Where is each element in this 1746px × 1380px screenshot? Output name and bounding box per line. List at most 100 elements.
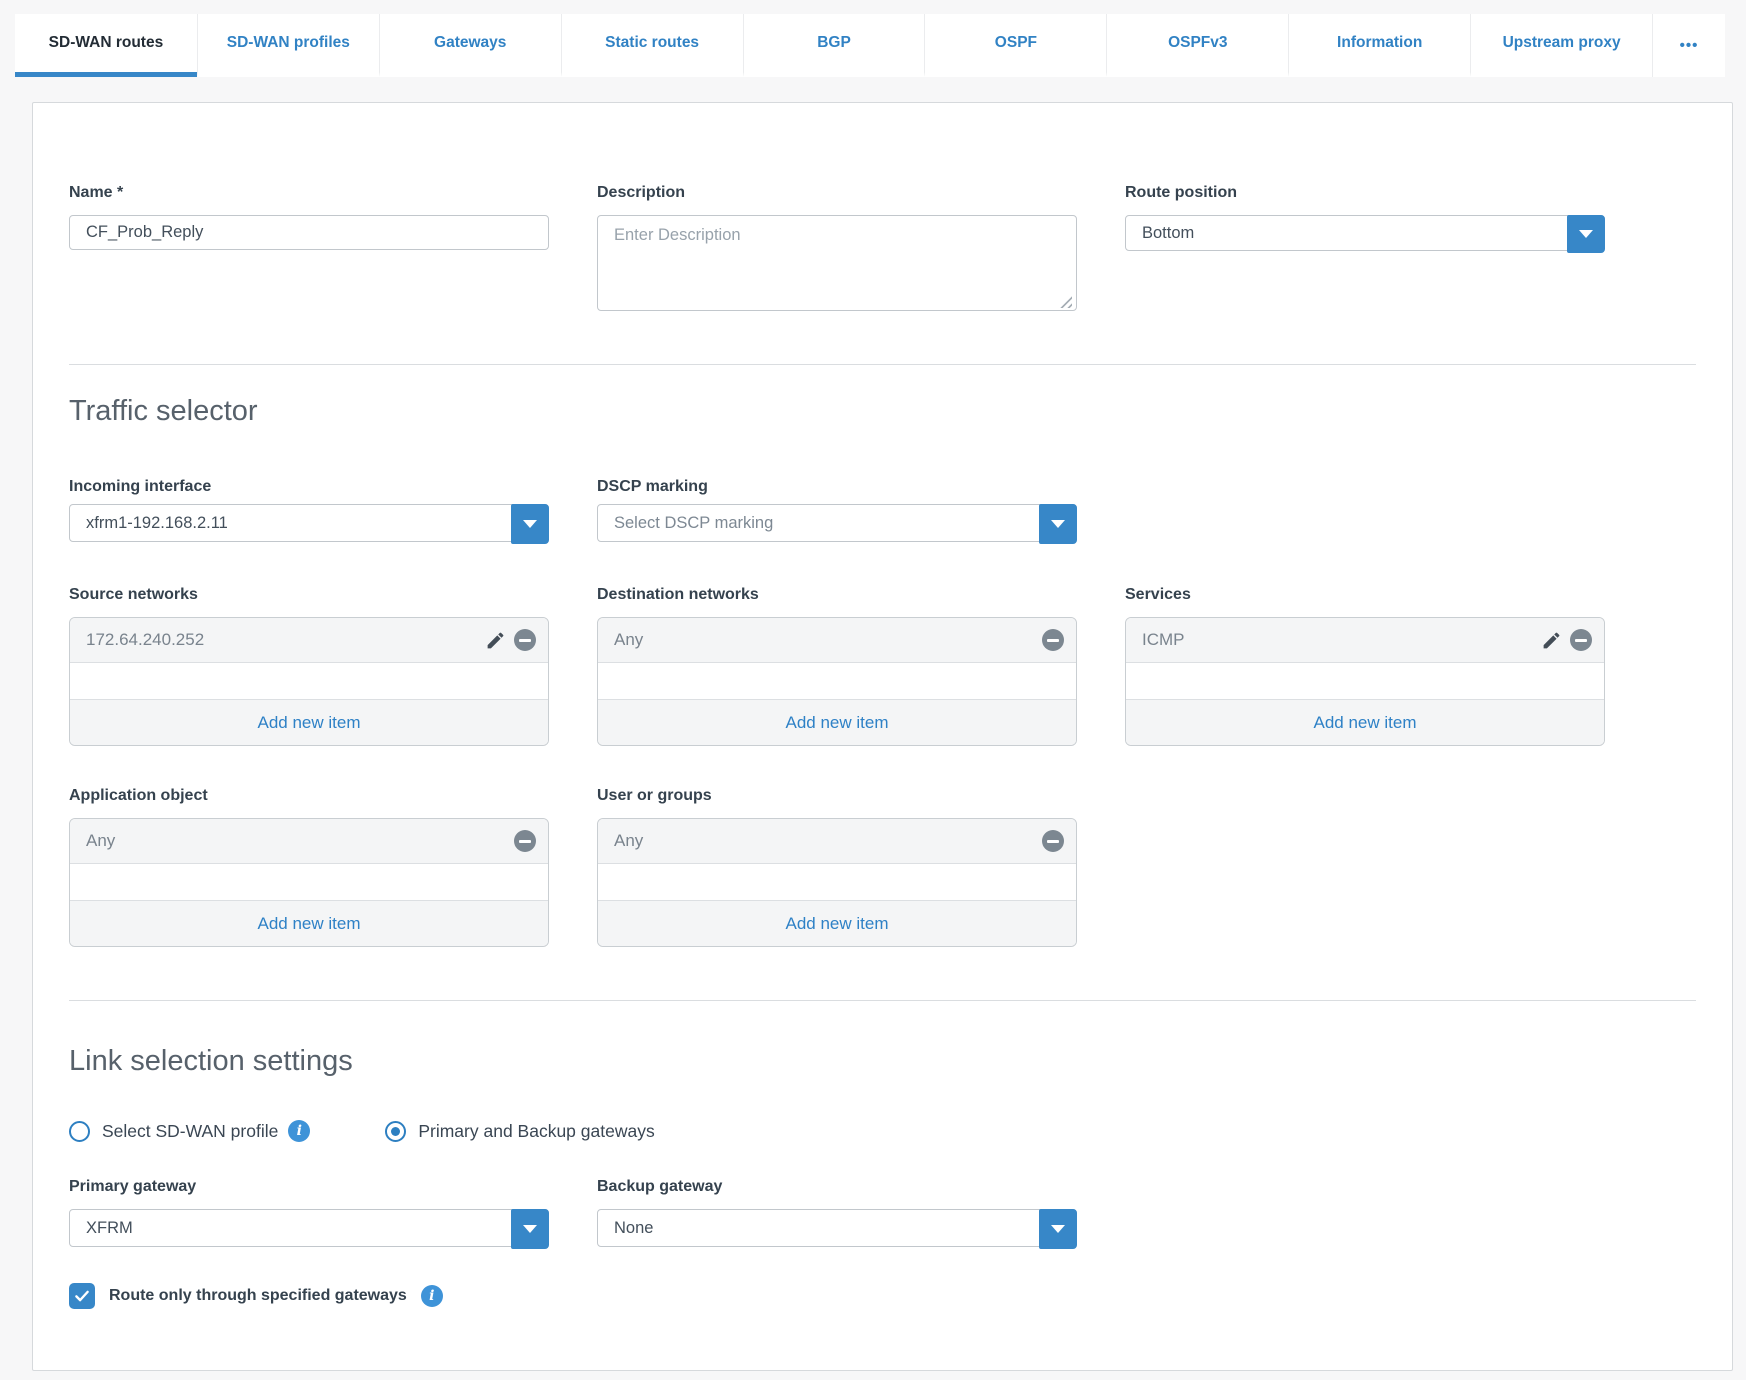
add-new-item-link[interactable]: Add new item: [258, 914, 361, 934]
remove-item-icon[interactable]: [1042, 830, 1064, 852]
info-icon[interactable]: i: [288, 1120, 311, 1142]
dscp-marking-select[interactable]: Select DSCP marking: [597, 504, 1077, 544]
link-selection-heading: Link selection settings: [69, 1045, 353, 1077]
tab-bar: SD-WAN routes SD-WAN profiles Gateways S…: [15, 14, 1725, 77]
primary-gateway-field-group: Primary gateway XFRM: [69, 1177, 549, 1249]
listbox-footer: Add new item: [598, 699, 1076, 745]
user-or-groups-listbox: Any Add new item: [597, 818, 1077, 947]
radio-label: Select SD-WAN profile: [102, 1120, 279, 1141]
services-listbox: ICMP Add new item: [1125, 617, 1605, 746]
tab-sdwan-profiles[interactable]: SD-WAN profiles: [196, 14, 379, 77]
tab-ospf[interactable]: OSPF: [924, 14, 1106, 77]
backup-gateway-select[interactable]: None: [597, 1209, 1077, 1249]
dscp-marking-value: Select DSCP marking: [614, 513, 774, 532]
chevron-down-icon: [1051, 520, 1065, 528]
radio-button-selected-icon[interactable]: [385, 1120, 407, 1142]
incoming-interface-field-group: Incoming interface xfrm1-192.168.2.11: [69, 477, 549, 544]
traffic-selector-heading: Traffic selector: [69, 395, 258, 427]
route-position-dropdown-button[interactable]: [1567, 215, 1605, 253]
backup-gateway-field-group: Backup gateway None: [597, 1177, 1077, 1249]
gateways-row: Primary gateway XFRM Backup gateway None: [69, 1177, 1696, 1249]
source-networks-listbox: 172.64.240.252 Add new item: [69, 617, 549, 746]
chevron-down-icon: [523, 520, 537, 528]
listbox-footer: Add new item: [598, 900, 1076, 946]
info-icon[interactable]: i: [420, 1285, 443, 1307]
add-new-item-link[interactable]: Add new item: [786, 713, 889, 733]
radio-primary-backup-gateways[interactable]: Primary and Backup gateways: [385, 1120, 655, 1142]
dscp-marking-label: DSCP marking: [597, 478, 708, 495]
services-group: Services ICMP Add new item: [1125, 585, 1605, 746]
backup-gateway-label: Backup gateway: [597, 1178, 723, 1195]
add-new-item-link[interactable]: Add new item: [786, 914, 889, 934]
destination-networks-label: Destination networks: [597, 586, 759, 603]
radio-select-sdwan-profile[interactable]: Select SD-WAN profile i: [69, 1120, 311, 1142]
tab-static-routes[interactable]: Static routes: [560, 14, 743, 77]
link-selection-radio-row: Select SD-WAN profile i Primary and Back…: [69, 1120, 1696, 1142]
route-position-select[interactable]: Bottom: [1125, 215, 1605, 253]
remove-item-icon[interactable]: [514, 830, 536, 852]
backup-gateway-value: None: [614, 1218, 654, 1237]
route-only-row: Route only through specified gateways i: [69, 1283, 1696, 1309]
chevron-down-icon: [523, 1225, 537, 1233]
remove-item-icon[interactable]: [1570, 629, 1592, 651]
listbox-empty-area: [70, 663, 548, 699]
list-item: Any: [598, 618, 1076, 663]
section-divider: [69, 1000, 1696, 1001]
user-or-groups-label: User or groups: [597, 787, 712, 804]
tab-information[interactable]: Information: [1288, 14, 1470, 77]
backup-gateway-dropdown-button[interactable]: [1039, 1209, 1077, 1249]
primary-gateway-label: Primary gateway: [69, 1178, 197, 1195]
incoming-interface-select[interactable]: xfrm1-192.168.2.11: [69, 504, 549, 544]
add-new-item-link[interactable]: Add new item: [1314, 713, 1417, 733]
listbox-empty-area: [70, 864, 548, 900]
edit-pencil-icon[interactable]: [485, 630, 506, 651]
add-new-item-link[interactable]: Add new item: [258, 713, 361, 733]
incoming-interface-dropdown-button[interactable]: [511, 504, 549, 544]
list-item: ICMP: [1126, 618, 1604, 663]
networks-services-row: Source networks 172.64.240.252 Add new i…: [69, 585, 1696, 746]
listbox-empty-area: [598, 864, 1076, 900]
edit-pencil-icon[interactable]: [1541, 630, 1562, 651]
tab-gateways[interactable]: Gateways: [378, 14, 561, 77]
route-only-checkbox[interactable]: [69, 1283, 95, 1309]
more-tabs-icon[interactable]: •••: [1652, 14, 1725, 77]
name-label: Name *: [69, 184, 124, 201]
remove-item-icon[interactable]: [1042, 629, 1064, 651]
primary-gateway-select[interactable]: XFRM: [69, 1209, 549, 1249]
list-item: 172.64.240.252: [70, 618, 548, 663]
route-position-field-group: Route position Bottom: [1125, 183, 1605, 316]
source-networks-group: Source networks 172.64.240.252 Add new i…: [69, 585, 549, 746]
list-item-text: ICMP: [1142, 630, 1185, 649]
application-object-group: Application object Any Add new item: [69, 786, 549, 947]
listbox-footer: Add new item: [70, 699, 548, 745]
sdwan-route-form-panel: Name * Description Route position Bottom…: [32, 102, 1733, 1371]
listbox-empty-area: [1126, 663, 1604, 699]
tab-bgp[interactable]: BGP: [742, 14, 925, 77]
listbox-empty-area: [598, 663, 1076, 699]
tab-sdwan-routes[interactable]: SD-WAN routes: [15, 14, 197, 77]
list-item: Any: [70, 819, 548, 864]
route-position-label: Route position: [1125, 184, 1237, 201]
tab-ospfv3[interactable]: OSPFv3: [1106, 14, 1288, 77]
radio-label: Primary and Backup gateways: [418, 1120, 655, 1141]
list-item-text: 172.64.240.252: [86, 630, 205, 649]
interface-dscp-row: Incoming interface xfrm1-192.168.2.11 DS…: [69, 477, 1696, 544]
listbox-footer: Add new item: [1126, 699, 1604, 745]
tab-upstream-proxy[interactable]: Upstream proxy: [1470, 14, 1652, 77]
chevron-down-icon: [1051, 1225, 1065, 1233]
source-networks-label: Source networks: [69, 586, 198, 603]
dscp-marking-dropdown-button[interactable]: [1039, 504, 1077, 544]
app-user-row: Application object Any Add new item User…: [69, 786, 1696, 947]
remove-item-icon[interactable]: [514, 629, 536, 651]
name-input[interactable]: [69, 215, 549, 250]
list-item-text: Any: [86, 831, 116, 850]
primary-gateway-dropdown-button[interactable]: [511, 1209, 549, 1249]
destination-networks-listbox: Any Add new item: [597, 617, 1077, 746]
primary-gateway-value: XFRM: [86, 1218, 133, 1237]
description-textarea[interactable]: [597, 215, 1077, 311]
description-field-group: Description: [597, 183, 1077, 316]
radio-button-icon[interactable]: [69, 1120, 90, 1142]
incoming-interface-label: Incoming interface: [69, 478, 212, 495]
description-label: Description: [597, 184, 686, 201]
section-divider: [69, 364, 1696, 365]
